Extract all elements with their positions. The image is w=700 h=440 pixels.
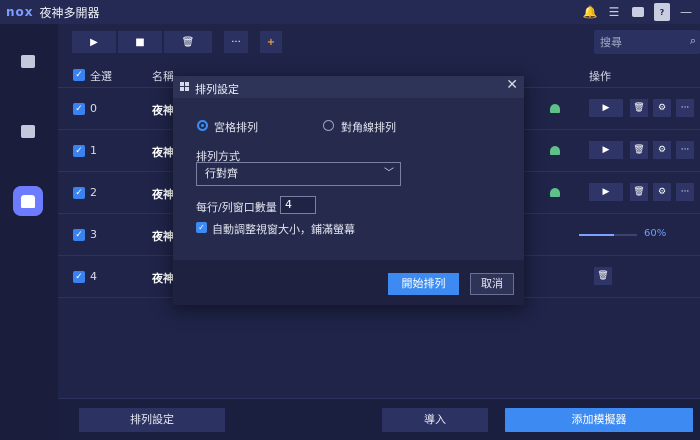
row-play-button[interactable]: ▶ bbox=[589, 99, 623, 117]
row-index: 3 bbox=[90, 228, 97, 241]
row-more-button[interactable]: ··· bbox=[676, 183, 694, 201]
help-icon[interactable]: ? bbox=[654, 3, 670, 21]
row-delete-button[interactable]: 🗑 bbox=[594, 267, 612, 285]
multi-instance-icon bbox=[21, 194, 35, 208]
search-box[interactable]: ⌕ bbox=[594, 30, 700, 54]
row-index: 2 bbox=[90, 186, 97, 199]
windows-per-row-label: 每行/列窗口數量 bbox=[196, 201, 277, 214]
row-settings-button[interactable]: ⚙ bbox=[653, 141, 671, 159]
loading-progress-bar bbox=[579, 234, 637, 236]
start-arrange-button[interactable]: 開始排列 bbox=[388, 273, 459, 295]
import-button[interactable]: 導入 bbox=[382, 408, 488, 432]
android-icon bbox=[550, 146, 560, 155]
auto-resize-checkbox[interactable]: ✓ bbox=[196, 222, 207, 233]
loading-progress-text: 60% bbox=[644, 228, 667, 239]
minimize-icon[interactable]: — bbox=[678, 3, 694, 21]
row-checkbox[interactable]: ✓ bbox=[73, 229, 85, 241]
sidebar-multi-instance-button[interactable] bbox=[13, 186, 43, 216]
title-bar-controls: 🔔 ☰ ? — bbox=[582, 3, 694, 21]
select-all-checkbox[interactable]: ✓ bbox=[73, 69, 85, 81]
diagonal-arrange-label[interactable]: 對角線排列 bbox=[341, 119, 396, 135]
arrange-mode-value: 行對齊 bbox=[205, 167, 238, 180]
row-checkbox[interactable]: ✓ bbox=[73, 103, 85, 115]
windows-per-row-input[interactable]: 4 bbox=[280, 196, 316, 214]
shop-icon bbox=[21, 124, 35, 138]
row-delete-button[interactable]: 🗑 bbox=[630, 99, 648, 117]
grid-arrange-radio[interactable] bbox=[197, 120, 208, 131]
auto-resize-label[interactable]: 自動調整視窗大小，鋪滿螢幕 bbox=[212, 221, 355, 237]
bottom-bar: 排列設定 導入 添加模擬器 bbox=[58, 398, 700, 440]
toolbar: ▶ ■ 🗑 ··· + ⌕ bbox=[58, 24, 700, 60]
row-settings-button[interactable]: ⚙ bbox=[653, 183, 671, 201]
cancel-button[interactable]: 取消 bbox=[470, 273, 514, 295]
row-delete-button[interactable]: 🗑 bbox=[630, 141, 648, 159]
arrange-settings-dialog: 排列設定 ✕ 宮格排列 對角線排列 排列方式 行對齊 ﹀ 每行/列窗口數量 4 … bbox=[173, 76, 524, 305]
row-name: 夜神 bbox=[152, 146, 174, 159]
delete-all-button[interactable]: 🗑 bbox=[164, 31, 212, 53]
row-delete-button[interactable]: 🗑 bbox=[630, 183, 648, 201]
row-play-button[interactable]: ▶ bbox=[589, 183, 623, 201]
row-index: 4 bbox=[90, 270, 97, 283]
folder-icon bbox=[21, 54, 35, 68]
backup-folder-button[interactable]: + bbox=[260, 31, 282, 53]
more-button[interactable]: ··· bbox=[224, 31, 248, 53]
bell-icon[interactable]: 🔔 bbox=[582, 3, 598, 21]
loading-progress-fill bbox=[579, 234, 614, 236]
row-more-button[interactable]: ··· bbox=[676, 141, 694, 159]
arrange-settings-button[interactable]: 排列設定 bbox=[79, 408, 225, 432]
stop-all-button[interactable]: ■ bbox=[118, 31, 162, 53]
add-emulator-button[interactable]: 添加模擬器 bbox=[505, 408, 693, 432]
row-index: 1 bbox=[90, 144, 97, 157]
search-input[interactable] bbox=[600, 35, 678, 49]
row-name: 夜神 bbox=[152, 104, 174, 117]
title-bar: nox 夜神多開器 🔔 ☰ ? — bbox=[0, 0, 700, 24]
dialog-footer: 開始排列 取消 bbox=[173, 260, 524, 305]
row-index: 0 bbox=[90, 102, 97, 115]
sidebar-folder-button[interactable] bbox=[13, 46, 43, 76]
grid-icon bbox=[180, 82, 190, 92]
select-all-label: 全選 bbox=[90, 70, 112, 83]
start-all-button[interactable]: ▶ bbox=[72, 31, 116, 53]
app-title: 夜神多開器 bbox=[39, 5, 100, 20]
search-icon[interactable]: ⌕ bbox=[690, 34, 696, 48]
row-play-button[interactable]: ▶ bbox=[589, 141, 623, 159]
sidebar-store-button[interactable] bbox=[13, 116, 43, 146]
menu-icon[interactable]: ☰ bbox=[606, 3, 622, 21]
folder-icon[interactable] bbox=[630, 3, 646, 21]
dialog-header: 排列設定 ✕ bbox=[173, 76, 524, 98]
grid-arrange-label[interactable]: 宮格排列 bbox=[214, 119, 258, 135]
column-name-header: 名稱 bbox=[152, 70, 174, 83]
close-icon[interactable]: ✕ bbox=[506, 77, 518, 93]
row-more-button[interactable]: ··· bbox=[676, 99, 694, 117]
row-name: 夜神 bbox=[152, 230, 174, 243]
android-icon bbox=[550, 188, 560, 197]
chevron-down-icon: ﹀ bbox=[384, 168, 394, 179]
row-settings-button[interactable]: ⚙ bbox=[653, 99, 671, 117]
row-checkbox[interactable]: ✓ bbox=[73, 271, 85, 283]
diagonal-arrange-radio[interactable] bbox=[323, 120, 334, 131]
arrange-mode-select[interactable]: 行對齊 ﹀ bbox=[196, 162, 401, 186]
dialog-title: 排列設定 bbox=[195, 83, 239, 96]
android-icon bbox=[550, 104, 560, 113]
row-name: 夜神 bbox=[152, 188, 174, 201]
left-sidebar bbox=[0, 24, 58, 440]
column-action-header: 操作 bbox=[589, 70, 611, 83]
row-checkbox[interactable]: ✓ bbox=[73, 145, 85, 157]
nox-logo: nox bbox=[6, 5, 34, 19]
row-name: 夜神 bbox=[152, 272, 174, 285]
row-checkbox[interactable]: ✓ bbox=[73, 187, 85, 199]
